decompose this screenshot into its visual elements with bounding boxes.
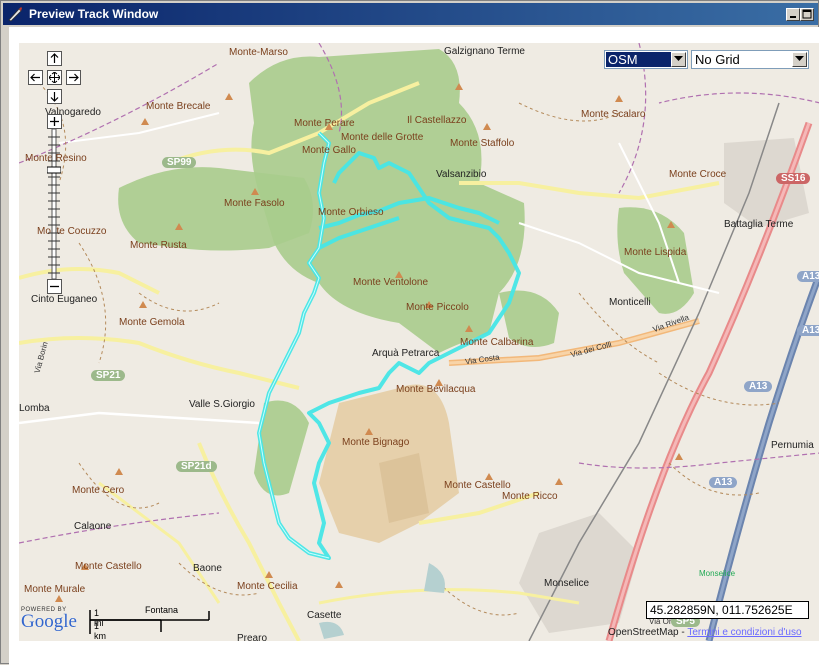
road-shield: SP21d: [176, 461, 217, 472]
map-label: Monte Perare: [294, 118, 355, 129]
map-label: Valsanzibio: [436, 169, 487, 180]
map-label: Monte Gemola: [119, 317, 185, 328]
maximize-button[interactable]: [800, 8, 814, 21]
scale-place: Fontana: [145, 605, 179, 615]
terms-link[interactable]: Termini e condizioni d'uso: [687, 627, 801, 638]
map-label: Prearo: [237, 633, 268, 641]
arrow-down-icon: [50, 92, 59, 102]
map-label: Battaglia Terme: [724, 219, 794, 230]
dropdown-button[interactable]: [792, 52, 807, 67]
map-label: Monte Murale: [24, 584, 86, 595]
plus-icon: [50, 117, 59, 126]
map-label: Lomba: [19, 403, 50, 414]
map-label: Monselice: [544, 578, 590, 589]
map-type-select[interactable]: OSM: [604, 50, 688, 69]
map-label: Monte Fasolo: [224, 198, 285, 209]
map-label: Monte Cecilia: [237, 581, 298, 592]
pan-up-button[interactable]: [47, 51, 62, 66]
app-icon: [8, 7, 22, 22]
map-label: Valle S.Giorgio: [189, 399, 255, 410]
road-shield: A13: [797, 325, 819, 336]
title-bar[interactable]: Preview Track Window: [3, 3, 818, 25]
road-shield: SP21: [91, 370, 126, 381]
map-label: Cinto Euganeo: [31, 294, 98, 305]
map-label: Monticelli: [609, 297, 651, 308]
map-label: Monte-Marso: [229, 47, 288, 58]
window-title: Preview Track Window: [29, 7, 159, 21]
map-label: Calaone: [74, 521, 112, 532]
map-label: Monte Gallo: [302, 145, 356, 156]
map-label: Monte Castello: [75, 561, 142, 572]
map-label: Monte Calbarina: [460, 337, 534, 348]
pan-down-button[interactable]: [47, 89, 62, 104]
pan-center-button[interactable]: [47, 70, 62, 85]
map-label: Monte Brecale: [146, 101, 211, 112]
map-label: Monte Cero: [72, 485, 125, 496]
map-type-value: OSM: [606, 52, 672, 67]
road-shield: A13: [744, 381, 773, 392]
chevron-down-icon: [795, 56, 804, 61]
map-label: Monte Castello: [444, 480, 511, 491]
map-label: Monte Ventolone: [353, 277, 429, 288]
road-shield: SP99: [162, 157, 197, 168]
center-icon: [49, 72, 60, 83]
map-label: Monte Scalaro: [581, 109, 646, 120]
grid-select[interactable]: No Grid: [691, 50, 809, 69]
map-label: Galzignano Terme: [444, 46, 525, 57]
pan-left-button[interactable]: [28, 70, 43, 85]
map-label: Baone: [193, 563, 222, 574]
pan-right-button[interactable]: [66, 70, 81, 85]
zoom-slider-thumb: [47, 166, 61, 174]
map-label: Monte Ricco: [502, 491, 558, 502]
arrow-up-icon: [50, 53, 59, 63]
map-label: Pernumia: [771, 440, 814, 451]
scale-km: 1 km: [94, 621, 106, 641]
street-label: Monselice: [699, 569, 736, 578]
coordinates-readout: 45.282859N, 011.752625E: [646, 601, 809, 619]
road-shield: SS16: [776, 173, 811, 184]
google-wordmark: Google: [21, 611, 77, 632]
map-label: Monte Rusta: [130, 240, 187, 251]
map-label: Monte Staffolo: [450, 138, 515, 149]
arrow-right-icon: [69, 73, 79, 82]
minus-icon: [50, 285, 59, 288]
dropdown-button[interactable]: [671, 52, 686, 67]
zoom-in-button[interactable]: [47, 114, 62, 129]
map-label: Il Castellazzo: [407, 115, 467, 126]
map-label: Monte Piccolo: [406, 302, 469, 313]
road-shield: A13: [797, 271, 819, 282]
attribution-text: OpenStreetMap -: [608, 627, 688, 638]
preview-track-window: Preview Track Window Monte-Marso Galzign…: [0, 0, 819, 665]
map-label: Monte Lispida: [624, 247, 687, 258]
map-label: Monte Bignago: [342, 437, 410, 448]
map-label: Arquà Petrarca: [372, 348, 440, 359]
map-label: Casette: [307, 610, 342, 621]
maximize-icon: [802, 9, 812, 19]
map-label: Monte Croce: [669, 169, 727, 180]
minimize-button[interactable]: [786, 8, 800, 21]
chevron-down-icon: [674, 56, 683, 61]
map-label: Monte delle Grotte: [341, 132, 424, 143]
zoom-out-button[interactable]: [47, 279, 62, 294]
attribution: OpenStreetMap - Termini e condizioni d'u…: [608, 627, 802, 638]
grid-value: No Grid: [695, 52, 740, 67]
map-label: Monte Bevilacqua: [396, 384, 476, 395]
map-label: Monte Orbieso: [318, 207, 384, 218]
arrow-left-icon: [30, 73, 40, 82]
road-shield: A13: [709, 477, 738, 488]
map-view[interactable]: Monte-Marso Galzignano Terme Valnogaredo…: [19, 43, 819, 641]
google-logo[interactable]: POWERED BY Google: [21, 607, 77, 631]
zoom-slider[interactable]: [47, 129, 61, 279]
minimize-icon: [790, 16, 796, 18]
